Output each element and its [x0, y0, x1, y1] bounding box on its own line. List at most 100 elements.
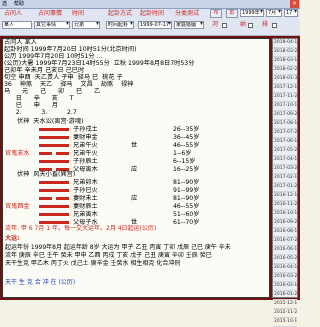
label-gua: 纳 — [240, 21, 247, 28]
history-item[interactable]: 2017-08-1 — [273, 120, 297, 129]
dayun-line-1: 起运年份 1999年8月 起运年龄 8岁 大运为 甲子 乙丑 丙寅 丁卯 戊辰 … — [5, 244, 231, 251]
label-qtime: 起卦时间 — [140, 10, 165, 17]
qtime-select[interactable]: 1999-07-17 — [138, 21, 172, 29]
pai-button[interactable]: 布 — [210, 9, 222, 18]
history-item[interactable]: 2015-11-2 — [273, 309, 297, 318]
history-item[interactable]: 2018-01-3 — [273, 75, 297, 84]
yao-age-2: 81--90岁 — [173, 195, 200, 202]
yao-line-4 — [39, 160, 69, 163]
yao-age-2: 46--55岁 — [173, 142, 200, 149]
history-list[interactable]: 2018-04-1 2018-03-2 2018-03-1 2018-02-2 2018… — [272, 38, 298, 327]
ying-button[interactable]: 影 — [226, 9, 238, 18]
matter-select[interactable]: 其它事情 — [34, 21, 70, 29]
day-select[interactable]: 17 — [284, 9, 298, 17]
history-item[interactable]: 2017-02-1 — [273, 174, 297, 183]
tail-line: 天干 生 克 合 冲 在 (公历) — [5, 279, 76, 286]
yao-line-3 — [39, 205, 69, 208]
text-line-1: 占问人 某人 — [4, 39, 37, 46]
history-item[interactable]: 2016-10-1 — [273, 210, 297, 219]
yao-shiying-2: 世 — [131, 142, 138, 149]
label-name: 占问人 — [4, 10, 23, 17]
yao-line-1 — [39, 189, 69, 192]
history-item[interactable]: 2017-11-2 — [273, 93, 297, 102]
yao-age-0: 26--35岁 — [173, 126, 200, 133]
yao-line-1 — [39, 136, 69, 139]
title-bar: 选 帮助 × — [0, 0, 300, 9]
gua1-title: 伏神 天水讼(离宫·游魂) — [17, 118, 84, 125]
input-form: 占问人 占问事情 时间 起卦方式 起卦时间 分类测试 布 影 1999年 7月 … — [0, 9, 300, 36]
menu-item-0[interactable]: 选 — [2, 0, 7, 8]
yao-spirit-3: 官鬼亥水 — [5, 150, 30, 157]
yao-age-1: 91--99岁 — [173, 187, 200, 194]
yao-line-0 — [39, 128, 69, 131]
dayun-line-2: 流年 庚辰 辛巳 壬午 癸未 甲申 乙酉 丙戌 丁亥 戊子 己丑 庚寅 辛卯 壬… — [5, 252, 212, 259]
text-line-11: 2. 3. 2.7 — [4, 109, 77, 116]
history-item[interactable]: 2017-10-1 — [273, 102, 297, 111]
history-item[interactable]: 2016-04-1 — [273, 264, 297, 273]
history-item[interactable]: 2016-11-2 — [273, 201, 297, 210]
text-line-10: 已 申 月 — [4, 102, 58, 109]
dayun-line-3: 天干生克 甲乙木 丙丁火 戊己土 庚辛金 壬癸水 相生相克 化合冲刑 — [5, 260, 181, 267]
text-line-9: 日 辛 亥 T — [4, 95, 74, 102]
month-select[interactable]: 7月 — [266, 9, 282, 17]
yao-shiying-5: 应 — [131, 166, 138, 173]
history-item[interactable]: 2017-03-2 — [273, 165, 297, 174]
yao-age-5: 61--70岁 — [173, 219, 200, 226]
history-item[interactable]: 2017-01-2 — [273, 183, 297, 192]
history-item[interactable]: 2016-07-2 — [273, 237, 297, 246]
history-item[interactable]: 2017-12-1 — [273, 84, 297, 93]
history-item[interactable]: 2018-02-2 — [273, 66, 297, 75]
history-item[interactable]: 2017-07-2 — [273, 129, 297, 138]
text-line-2: 起卦时间 1999年7月20日 10时51分(北京时间) — [4, 46, 137, 53]
history-item[interactable]: 2016-01-2 — [273, 291, 297, 300]
result-frame: 占问人 某人 起卦时间 1999年7月20日 10时51分(北京时间) 公历 1… — [0, 36, 300, 327]
dayun-label: 大运: — [5, 235, 20, 242]
history-item[interactable]: 2018-04-1 — [273, 39, 297, 48]
label-method: 起卦方式 — [108, 10, 133, 17]
history-item[interactable]: 2017-04-1 — [273, 156, 297, 165]
history-item[interactable]: 2016-09-2 — [273, 219, 297, 228]
gender-select[interactable]: 兄弟 — [72, 21, 100, 29]
yao-line-2 — [39, 197, 69, 200]
name-input[interactable]: 某人 — [2, 21, 32, 29]
yao-line-2 — [39, 144, 69, 147]
history-item[interactable]: 2017-09-2 — [273, 111, 297, 120]
yao-label-4: 子孙辰土 — [73, 158, 98, 165]
yao-label-3: 兄弟午火 — [73, 150, 98, 157]
history-item[interactable]: 2015-12-1 — [273, 300, 297, 309]
label-time: 时间 — [72, 10, 85, 17]
label-matter: 占问事情 — [38, 10, 63, 17]
history-item[interactable]: 2016-08-1 — [273, 228, 297, 237]
result-text-area[interactable]: 占问人 某人 起卦时间 1999年7月20日 10时51分(北京时间) 公历 1… — [2, 38, 270, 298]
yao-label-1: 子孙巳火 — [73, 187, 98, 194]
history-item[interactable]: 2018-03-1 — [273, 57, 297, 66]
history-item[interactable]: 2016-05-2 — [273, 255, 297, 264]
text-line-5: 己卯年 辛未月 己亥日 己巳时 — [4, 67, 85, 74]
yao-age-0: 81--90岁 — [173, 179, 200, 186]
yao-age-4: 51--60岁 — [173, 211, 200, 218]
yao-label-4: 兄弟寅木 — [73, 211, 98, 218]
text-line-3: 公历 1999年7月20日 10时51分 ... — [4, 53, 103, 60]
close-icon[interactable]: × — [290, 0, 299, 8]
shi-checkbox[interactable] — [272, 23, 277, 28]
method-select[interactable]: 时间起卦 — [106, 21, 134, 29]
history-item[interactable]: 2016-12-1 — [273, 192, 297, 201]
history-item[interactable]: 2016-03-2 — [273, 273, 297, 282]
year-select[interactable]: 1999年 — [240, 9, 264, 17]
label-shi: 排 — [262, 21, 269, 28]
ke-checkbox[interactable] — [222, 23, 227, 28]
liunian-line: 流年: 甲 6 7月 1 年。每一交大运年。2月 4日起运(公历) — [5, 225, 157, 232]
class-select[interactable]: 家庭婚姻 — [174, 21, 204, 29]
yao-shiying-2: 应 — [131, 195, 138, 202]
history-item[interactable]: 2018-03-2 — [273, 48, 297, 57]
yao-label-0: 兄弟卯木 — [73, 179, 98, 186]
gua-checkbox[interactable] — [248, 23, 253, 28]
yao-label-0: 子孙戌土 — [73, 126, 98, 133]
history-item[interactable]: 2016-06-1 — [273, 246, 297, 255]
yao-line-0 — [39, 181, 69, 184]
history-item[interactable]: 2017-06-1 — [273, 138, 297, 147]
history-item[interactable]: 2015-10-1 — [273, 318, 297, 327]
menu-item-help[interactable]: 帮助 — [14, 0, 24, 8]
history-item[interactable]: 2017-05-2 — [273, 147, 297, 156]
history-item[interactable]: 2016-02-1 — [273, 282, 297, 291]
